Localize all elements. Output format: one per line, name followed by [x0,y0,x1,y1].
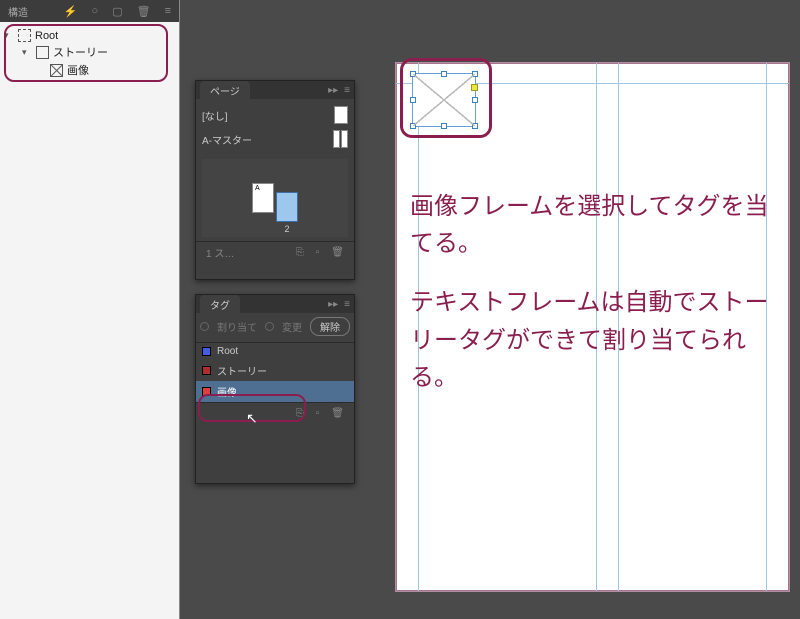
new-icon[interactable]: ▫ [316,408,320,419]
tags-tab-label: タグ [210,301,230,312]
tag-icon[interactable]: ▢ [112,5,122,18]
image-node-icon [50,64,63,77]
live-corner-handle[interactable] [471,84,478,91]
tags-tab[interactable]: タグ [200,295,240,314]
tags-panel-footer: ⎘ ▫ 🗑 [196,402,354,424]
structure-panel-header: 構造 ⚡ ○ ▢ 🗑 ≡ [0,0,179,22]
pages-panel-tabbar: ページ ▸▸ ≡ [196,81,354,99]
page-thumb-icon [333,130,340,148]
story-node-icon [36,46,49,59]
pages-tab-label: ページ [210,87,240,98]
new-page-icon[interactable]: ⎘ [296,247,304,258]
tree-node-image[interactable]: ▾ 画像 [4,61,175,79]
master-indicator: A [254,185,261,192]
selected-image-frame[interactable] [412,73,476,127]
master-a-row[interactable]: A-マスター [202,127,348,151]
tags-panel-tabbar: タグ ▸▸ ≡ [196,295,354,313]
new-icon[interactable]: ▫ [316,247,320,258]
collapse-icon[interactable]: ▸▸ [328,85,338,96]
tags-controls: 割り当て 変更 解除 [196,313,354,343]
page-thumbnail-2[interactable]: 2 [276,192,298,222]
circle-icon[interactable]: ○ [92,5,99,17]
tree-node-label: ストーリー [53,44,108,60]
resize-handle[interactable] [472,123,478,129]
change-radio[interactable] [265,322,274,331]
page-thumbnail-1[interactable]: A [252,183,274,213]
annotation-paragraph: 画像フレームを選択してタグを当てる。 [410,188,790,262]
trash-icon[interactable]: 🗑 [137,5,151,18]
tree-node-root[interactable]: ▾ Root [4,28,175,43]
resize-handle[interactable] [410,97,416,103]
pages-tab[interactable]: ページ [200,81,250,100]
assign-label: 割り当て [217,319,257,334]
tag-name: Root [217,346,238,357]
pages-panel: ページ ▸▸ ≡ [なし] A-マスター A 2 [195,80,355,280]
resize-handle[interactable] [441,123,447,129]
structure-panel: 構造 ⚡ ○ ▢ 🗑 ≡ ▾ Root ▾ ストーリー ▾ 画像 [0,0,180,619]
pages-footer-text: 1 ス… [206,245,234,260]
resize-handle[interactable] [410,71,416,77]
root-node-icon [18,29,31,42]
tag-name: 画像 [217,384,237,399]
trash-icon[interactable]: 🗑 [331,247,344,258]
tag-name: ストーリー [217,363,267,378]
annotation-paragraph: テキストフレームは自動でストーリータグができて割り当てられる。 [410,284,790,396]
resize-handle[interactable] [410,123,416,129]
lightning-icon[interactable]: ⚡ [64,5,78,18]
page-thumb-icon [341,130,348,148]
page-number-label: 2 [277,224,297,234]
tag-row-root[interactable]: Root [196,343,354,360]
pages-thumbnails: A 2 [202,159,348,237]
tags-list: Root ストーリー 画像 [196,343,354,402]
pages-panel-footer: 1 ス… ⎘ ▫ 🗑 [196,241,354,263]
resize-handle[interactable] [472,71,478,77]
trash-icon[interactable]: 🗑 [331,408,344,419]
new-tag-icon[interactable]: ⎘ [296,408,304,419]
pages-panel-body: [なし] A-マスター A 2 [196,99,354,241]
master-none-row[interactable]: [なし] [202,103,348,127]
panel-menu-icon[interactable]: ≡ [344,299,350,310]
structure-panel-title: 構造 [8,4,28,19]
resize-handle[interactable] [441,71,447,77]
tag-color-swatch [202,366,211,375]
collapse-icon[interactable]: ▸▸ [328,299,338,310]
panel-menu-icon[interactable]: ≡ [344,85,350,96]
page-thumb-icon [334,106,348,124]
structure-tree: ▾ Root ▾ ストーリー ▾ 画像 [0,22,179,85]
release-button-label: 解除 [320,323,340,334]
tags-panel: タグ ▸▸ ≡ 割り当て 変更 解除 Root ストーリー 画像 ⎘ ▫ 🗑 [195,294,355,484]
tree-node-label: 画像 [67,62,89,78]
tag-color-swatch [202,387,211,396]
caret-down-icon[interactable]: ▾ [22,47,32,58]
change-label: 変更 [282,319,302,334]
assign-radio[interactable] [200,322,209,331]
tag-row-image[interactable]: 画像 [196,381,354,402]
menu-icon[interactable]: ≡ [165,5,171,17]
tree-node-story[interactable]: ▾ ストーリー [4,43,175,61]
tag-row-story[interactable]: ストーリー [196,360,354,381]
tag-color-swatch [202,347,211,356]
release-button[interactable]: 解除 [310,317,350,336]
master-none-label: [なし] [202,108,228,123]
master-a-label: A-マスター [202,132,252,147]
caret-down-icon[interactable]: ▾ [4,30,14,41]
resize-handle[interactable] [472,97,478,103]
tree-node-label: Root [35,30,58,42]
annotation-text: 画像フレームを選択してタグを当てる。 テキストフレームは自動でストーリータグがで… [410,188,790,418]
